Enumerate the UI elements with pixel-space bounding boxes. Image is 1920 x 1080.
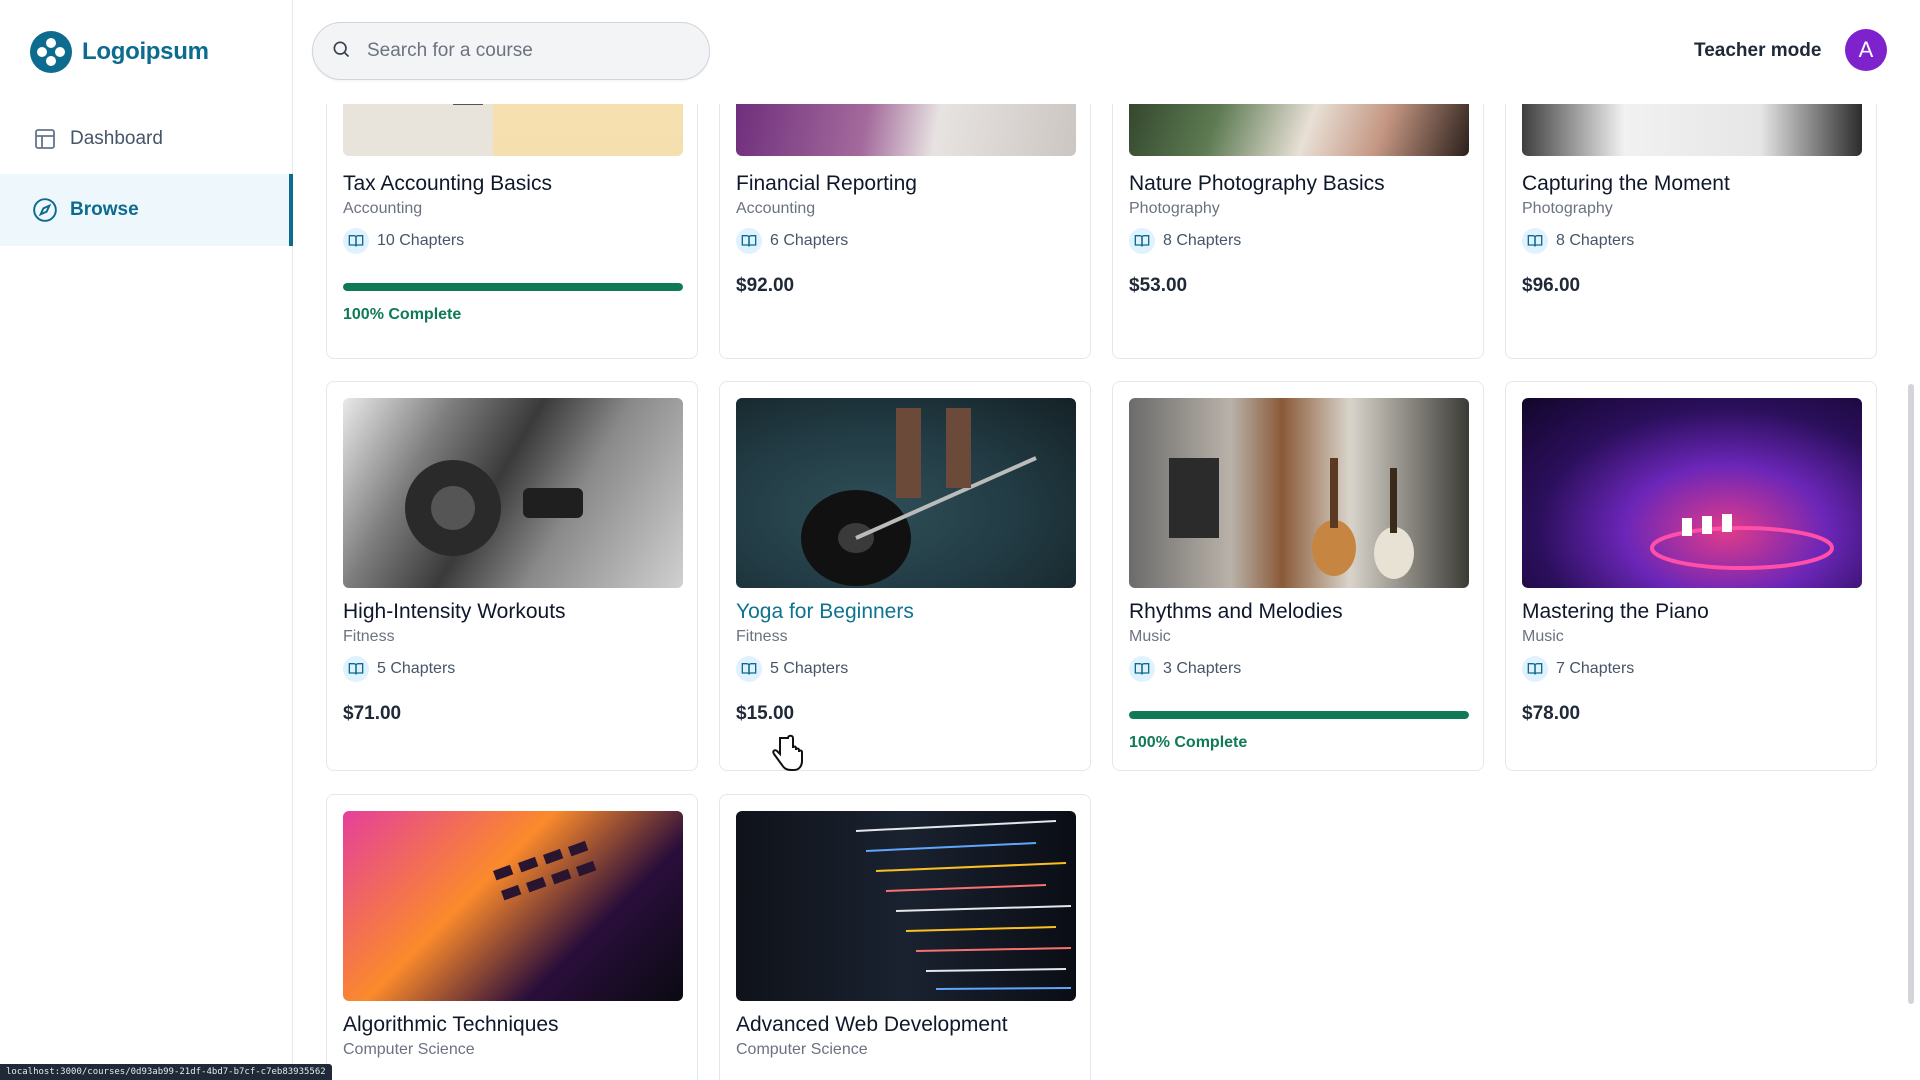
sidebar-item-label: Browse	[70, 199, 139, 220]
course-title[interactable]: Nature Photography Basics	[1129, 172, 1385, 196]
book-icon	[736, 656, 762, 682]
scrollbar[interactable]	[1908, 384, 1914, 1004]
course-title[interactable]: Algorithmic Techniques	[343, 1013, 559, 1037]
cursor-hand-icon	[770, 734, 804, 779]
course-thumbnail	[1129, 104, 1469, 156]
course-card[interactable]: Tax Accounting Basics Accounting 10 Chap…	[326, 104, 698, 359]
chapters-count: 7 Chapters	[1522, 656, 1634, 682]
progress-bar	[1129, 711, 1469, 719]
course-title[interactable]: Rhythms and Melodies	[1129, 600, 1343, 624]
logo-icon	[30, 31, 72, 73]
course-thumbnail	[1522, 398, 1862, 588]
course-category: Fitness	[343, 628, 395, 645]
status-bar-url: localhost:3000/courses/0d93ab99-21df-4bd…	[0, 1064, 332, 1080]
chapters-count: 5 Chapters	[343, 656, 455, 682]
course-price: $15.00	[736, 703, 795, 724]
course-thumbnail	[736, 104, 1076, 156]
book-icon	[1129, 656, 1155, 682]
avatar[interactable]: A	[1845, 29, 1887, 71]
course-thumbnail	[343, 398, 683, 588]
course-thumbnail	[343, 104, 683, 156]
course-title[interactable]: Capturing the Moment	[1522, 172, 1730, 196]
course-card[interactable]: Algorithmic Techniques Computer Science	[326, 794, 698, 1080]
chapters-count: 3 Chapters	[1129, 656, 1241, 682]
course-category: Music	[1522, 628, 1564, 645]
chapters-count: 6 Chapters	[736, 228, 848, 254]
course-price: $96.00	[1522, 275, 1581, 296]
course-card[interactable]: Rhythms and Melodies Music 3 Chapters 10…	[1112, 381, 1484, 771]
chapters-count: 5 Chapters	[736, 656, 848, 682]
book-icon	[343, 656, 369, 682]
course-grid: Tax Accounting Basics Accounting 10 Chap…	[294, 104, 1900, 1080]
course-price: $92.00	[736, 275, 795, 296]
course-thumbnail	[736, 398, 1076, 588]
course-card[interactable]: Mastering the Piano Music 7 Chapters $78…	[1505, 381, 1877, 771]
course-card[interactable]: Yoga for Beginners Fitness 5 Chapters $1…	[719, 381, 1091, 771]
course-title[interactable]: Advanced Web Development	[736, 1013, 1008, 1037]
course-card[interactable]: High-Intensity Workouts Fitness 5 Chapte…	[326, 381, 698, 771]
course-price: $78.00	[1522, 703, 1581, 724]
course-title[interactable]: Financial Reporting	[736, 172, 917, 196]
progress-label: 100% Complete	[343, 306, 462, 323]
book-icon	[1522, 656, 1548, 682]
sidebar-item-dashboard[interactable]: Dashboard	[0, 103, 293, 175]
course-category: Accounting	[343, 200, 423, 217]
course-price: $71.00	[343, 703, 402, 724]
progress-label: 100% Complete	[1129, 734, 1248, 751]
course-title[interactable]: Mastering the Piano	[1522, 600, 1709, 624]
sidebar-item-label: Dashboard	[70, 128, 163, 149]
book-icon	[343, 228, 369, 254]
course-card[interactable]: Advanced Web Development Computer Scienc…	[719, 794, 1091, 1080]
search-bar[interactable]	[312, 22, 710, 80]
course-thumbnail	[343, 811, 683, 1001]
course-category: Photography	[1522, 200, 1613, 217]
compass-icon	[32, 197, 58, 223]
progress-bar	[343, 283, 683, 291]
chapters-count: 10 Chapters	[343, 228, 464, 254]
course-category: Music	[1129, 628, 1171, 645]
course-category: Photography	[1129, 200, 1220, 217]
course-thumbnail	[1522, 104, 1862, 156]
logo[interactable]: Logoipsum	[30, 31, 209, 73]
book-icon	[1129, 228, 1155, 254]
search-icon	[331, 39, 351, 64]
course-thumbnail	[1129, 398, 1469, 588]
course-thumbnail	[736, 811, 1076, 1001]
course-category: Accounting	[736, 200, 816, 217]
sidebar-item-browse[interactable]: Browse	[0, 174, 293, 246]
course-title[interactable]: Yoga for Beginners	[736, 600, 914, 624]
course-category: Computer Science	[736, 1041, 868, 1058]
course-category: Fitness	[736, 628, 788, 645]
course-card[interactable]: Nature Photography Basics Photography 8 …	[1112, 104, 1484, 359]
course-card[interactable]: Capturing the Moment Photography 8 Chapt…	[1505, 104, 1877, 359]
teacher-mode-button[interactable]: Teacher mode	[1694, 40, 1821, 62]
course-price: $53.00	[1129, 275, 1188, 296]
course-title[interactable]: High-Intensity Workouts	[343, 600, 566, 624]
course-category: Computer Science	[343, 1041, 475, 1058]
search-input[interactable]	[365, 39, 689, 63]
logo-text: Logoipsum	[82, 38, 209, 65]
sidebar: Logoipsum Dashboard Browse	[0, 0, 293, 1080]
course-title[interactable]: Tax Accounting Basics	[343, 172, 552, 196]
book-icon	[736, 228, 762, 254]
book-icon	[1522, 228, 1548, 254]
course-card[interactable]: Financial Reporting Accounting 6 Chapter…	[719, 104, 1091, 359]
chapters-count: 8 Chapters	[1129, 228, 1241, 254]
chapters-count: 8 Chapters	[1522, 228, 1634, 254]
layout-icon	[32, 126, 58, 152]
